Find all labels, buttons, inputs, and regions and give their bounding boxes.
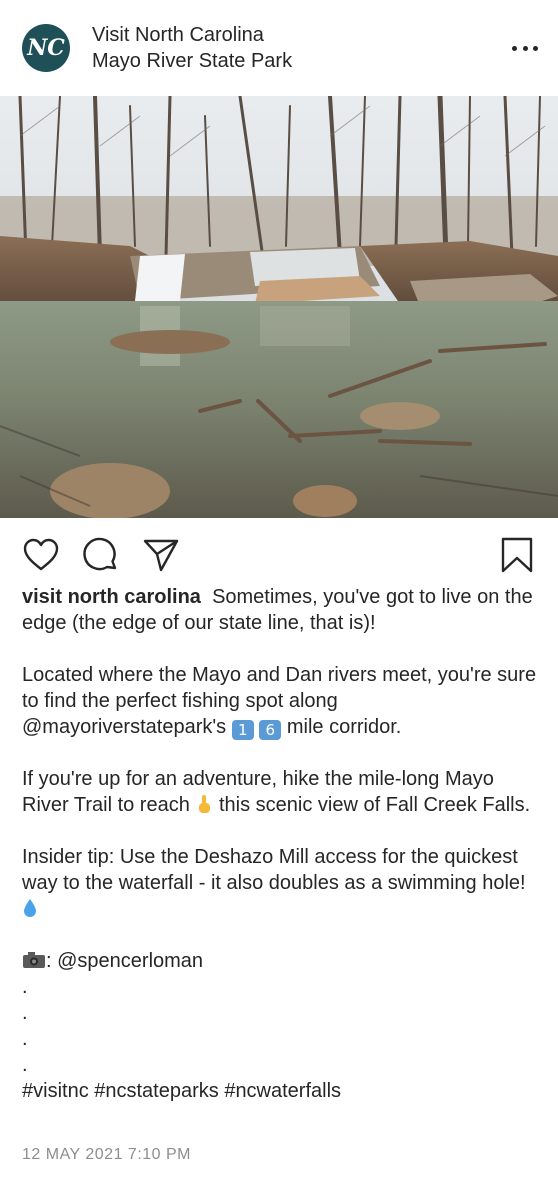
keycap-one-icon: 1 bbox=[231, 720, 254, 740]
svg-text:NC: NC bbox=[26, 35, 65, 61]
caption-hashtags[interactable]: #visitnc #ncstateparks #ncwaterfalls bbox=[22, 1078, 542, 1104]
post-actions bbox=[0, 518, 558, 584]
caption-dot: . bbox=[22, 1002, 28, 1024]
pointing-up-hand-icon bbox=[199, 795, 211, 813]
more-options-icon[interactable] bbox=[512, 36, 538, 60]
caption-dot: . bbox=[22, 1028, 28, 1050]
caption-username[interactable]: visit north carolina bbox=[22, 586, 201, 608]
waterfall-photo bbox=[0, 96, 558, 518]
caption-paragraph-trail: If you're up for an adventure, hike the … bbox=[22, 766, 542, 818]
caption-credit: : @spencerloman bbox=[22, 948, 542, 974]
heart-icon[interactable] bbox=[22, 536, 60, 574]
account-name[interactable]: Visit North Carolina bbox=[92, 22, 292, 48]
caption-location-tail: mile corridor. bbox=[286, 716, 402, 738]
droplet-icon bbox=[24, 899, 36, 917]
caption-paragraph-tip: Insider tip: Use the Deshazo Mill access… bbox=[22, 844, 542, 922]
location-label[interactable]: Mayo River State Park bbox=[92, 48, 292, 74]
bookmark-icon[interactable] bbox=[498, 536, 536, 574]
post-caption: visit north carolina Sometimes, you've g… bbox=[22, 584, 542, 1104]
post-header: NC Visit North Carolina Mayo River State… bbox=[0, 0, 558, 96]
account-info: Visit North Carolina Mayo River State Pa… bbox=[92, 22, 292, 74]
comment-icon[interactable] bbox=[82, 536, 120, 574]
caption-paragraph-location: Located where the Mayo and Dan rivers me… bbox=[22, 662, 542, 740]
camera-icon bbox=[23, 952, 45, 968]
caption-dot: . bbox=[22, 976, 28, 998]
caption-tip-text: Insider tip: Use the Deshazo Mill access… bbox=[22, 846, 526, 894]
post-photo[interactable] bbox=[0, 96, 558, 518]
caption-line1: visit north carolina Sometimes, you've g… bbox=[22, 584, 542, 636]
post-timestamp: 12 MAY 2021 7:10 PM bbox=[22, 1146, 192, 1163]
keycap-six-icon: 6 bbox=[259, 720, 282, 740]
caption-trail-tail: this scenic view of Fall Creek Falls. bbox=[218, 794, 531, 816]
caption-credit-text[interactable]: : @spencerloman bbox=[46, 950, 203, 972]
send-icon[interactable] bbox=[142, 536, 180, 574]
account-avatar[interactable]: NC bbox=[22, 24, 70, 72]
caption-dot: . bbox=[22, 1054, 28, 1076]
nc-logo-icon: NC bbox=[26, 35, 65, 61]
